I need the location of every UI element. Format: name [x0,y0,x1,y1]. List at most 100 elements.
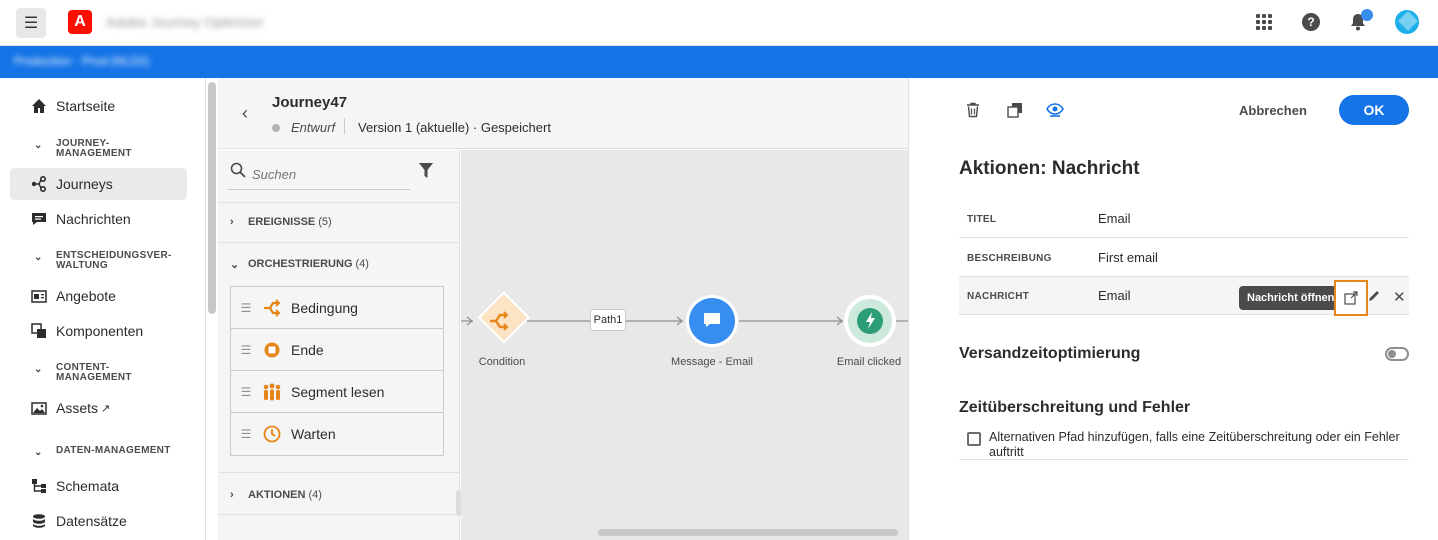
nav-item-messages[interactable]: Nachrichten [10,203,187,235]
user-avatar[interactable] [1395,10,1419,34]
section-label: AKTIONEN [248,489,306,501]
wait-icon [261,423,283,445]
path-label[interactable]: Path1 [590,309,626,331]
palette-item-label: Ende [291,341,324,358]
back-chevron-icon[interactable]: ‹ [242,103,248,124]
section-count: (4) [355,258,369,270]
palette-item-label: Warten [291,426,336,442]
help-icon[interactable]: ? [1301,12,1321,32]
palette-item-read-segment[interactable]: ☰ Segment lesen [231,371,443,413]
offers-icon [30,287,48,305]
nav-section-journey[interactable]: ⌄ JOURNEY- MANAGEMENT [34,139,132,159]
drag-handle-icon[interactable]: ☰ [231,301,261,315]
nav-item-components[interactable]: Komponenten [10,315,187,347]
journeys-icon [30,175,48,193]
adobe-logo[interactable]: A [68,10,92,34]
duplicate-icon[interactable] [1005,100,1025,120]
open-message-icon [1344,291,1358,305]
palette-item-label: Segment lesen [291,383,385,400]
divider [218,242,460,243]
chevron-down-icon: ⌄ [34,140,43,151]
message-node[interactable] [686,295,738,347]
nav-item-home[interactable]: Startseite [10,90,187,122]
edit-pencil-icon[interactable] [1367,289,1381,306]
journey-status: Entwurf [291,120,336,135]
nav-item-journeys[interactable]: Journeys [10,168,187,200]
send-time-optimization-toggle[interactable] [1385,347,1409,361]
palette-activity-list: ☰ Bedingung ☰ Ende ☰ Segment lesen ☰ War… [230,286,444,456]
timeout-checkbox-label[interactable]: Alternativen Pfad hinzufügen, falls eine… [989,430,1409,460]
section-count: (5) [318,216,332,228]
journey-version: Version 1 (aktuelle) · Gespeichert [358,120,551,135]
nav-section-decision[interactable]: ⌄ ENTSCHEIDUNGSVER- WALTUNG [34,251,172,271]
canvas-scrollbar[interactable] [598,529,898,536]
condition-node[interactable] [477,291,530,344]
property-value[interactable]: First email [1098,250,1158,265]
open-message-button[interactable] [1334,280,1368,316]
divider [959,459,1409,460]
section-label: EREIGNISSE [248,216,316,228]
home-icon [30,97,48,115]
nav-section-data[interactable]: ⌄ DATEN-MANAGEMENT [34,446,171,458]
drag-handle-icon[interactable]: ☰ [231,385,261,399]
palette-section-actions[interactable]: › AKTIONEN (4) [218,477,460,513]
nav-section-content[interactable]: ⌄ CONTENT- MANAGEMENT [34,363,132,383]
apps-grid-icon[interactable] [1254,12,1274,32]
close-icon[interactable]: ✕ [1393,288,1406,306]
node-label-condition: Condition [478,356,526,368]
timeout-alternative-path-checkbox[interactable] [967,432,981,446]
nav-item-label: Nachrichten [56,211,131,227]
nav-section-label: CONTENT- MANAGEMENT [56,362,132,383]
nav-item-offers[interactable]: Angebote [10,280,187,312]
schema-icon [30,477,48,495]
search-input[interactable] [252,160,402,188]
property-value[interactable]: Email [1098,288,1131,303]
search-icon [230,162,246,183]
chevron-right-icon: › [230,216,234,228]
palette-item-condition[interactable]: ☰ Bedingung [231,287,443,329]
nav-item-schemas[interactable]: Schemata [10,470,187,502]
cancel-button[interactable]: Abbrechen [1239,96,1307,124]
activity-properties-panel: Abbrechen OK Aktionen: Nachricht TITEL E… [908,78,1438,540]
nav-item-assets[interactable]: Assets ↗ [10,392,187,424]
view-icon[interactable] [1045,100,1065,120]
send-time-optimization-label: Versandzeitoptimierung [959,345,1141,362]
nav-item-datasets[interactable]: Datensätze [10,505,187,537]
nav-item-label: Angebote [56,288,116,304]
dataset-icon [30,512,48,530]
delete-icon[interactable] [963,100,983,120]
nav-item-label: Startseite [56,98,116,114]
divider [218,472,460,473]
chevron-down-icon: ⌄ [34,252,43,263]
assets-icon [30,399,48,417]
property-value[interactable]: Email [1098,211,1131,226]
panel-title: Aktionen: Nachricht [959,158,1140,179]
drag-handle-icon[interactable]: ☰ [231,343,261,357]
org-name: Adobe Journey Optimizer [106,14,264,30]
notification-badge [1361,9,1373,21]
palette-item-end[interactable]: ☰ Ende [231,329,443,371]
nav-item-label: Komponenten [56,323,144,339]
palette-section-orchestration[interactable]: ⌄ ORCHESTRIERUNG (4) [218,246,460,282]
property-row-description: BESCHREIBUNG First email [959,239,1409,277]
ok-button[interactable]: OK [1339,95,1409,125]
palette-item-wait[interactable]: ☰ Warten [231,413,443,455]
divider [218,514,460,515]
journey-canvas[interactable]: Path1 Condition Message - Email Email cl… [461,150,908,540]
section-count: (4) [308,489,322,501]
sandbox-switcher[interactable]: Production · Prod (NLD2) [14,54,149,68]
nav-section-label: JOURNEY- MANAGEMENT [56,138,132,159]
filter-icon[interactable] [418,162,434,185]
palette-section-events[interactable]: › EREIGNISSE (5) [218,204,460,240]
hamburger-menu-button[interactable]: ☰ [16,8,46,38]
event-node[interactable] [844,295,896,347]
end-icon [261,339,283,361]
section-label: ORCHESTRIERUNG [248,258,353,270]
chevron-right-icon: › [230,489,234,501]
nav-item-label: Datensätze [56,513,127,529]
journey-header: ‹ Journey47 Entwurf Version 1 (aktuelle)… [218,78,908,149]
open-message-tooltip: Nachricht öffnen [1239,286,1348,310]
drag-handle-icon[interactable]: ☰ [231,427,261,441]
nav-scrollbar[interactable] [208,82,216,314]
journey-title[interactable]: Journey47 [272,94,347,111]
